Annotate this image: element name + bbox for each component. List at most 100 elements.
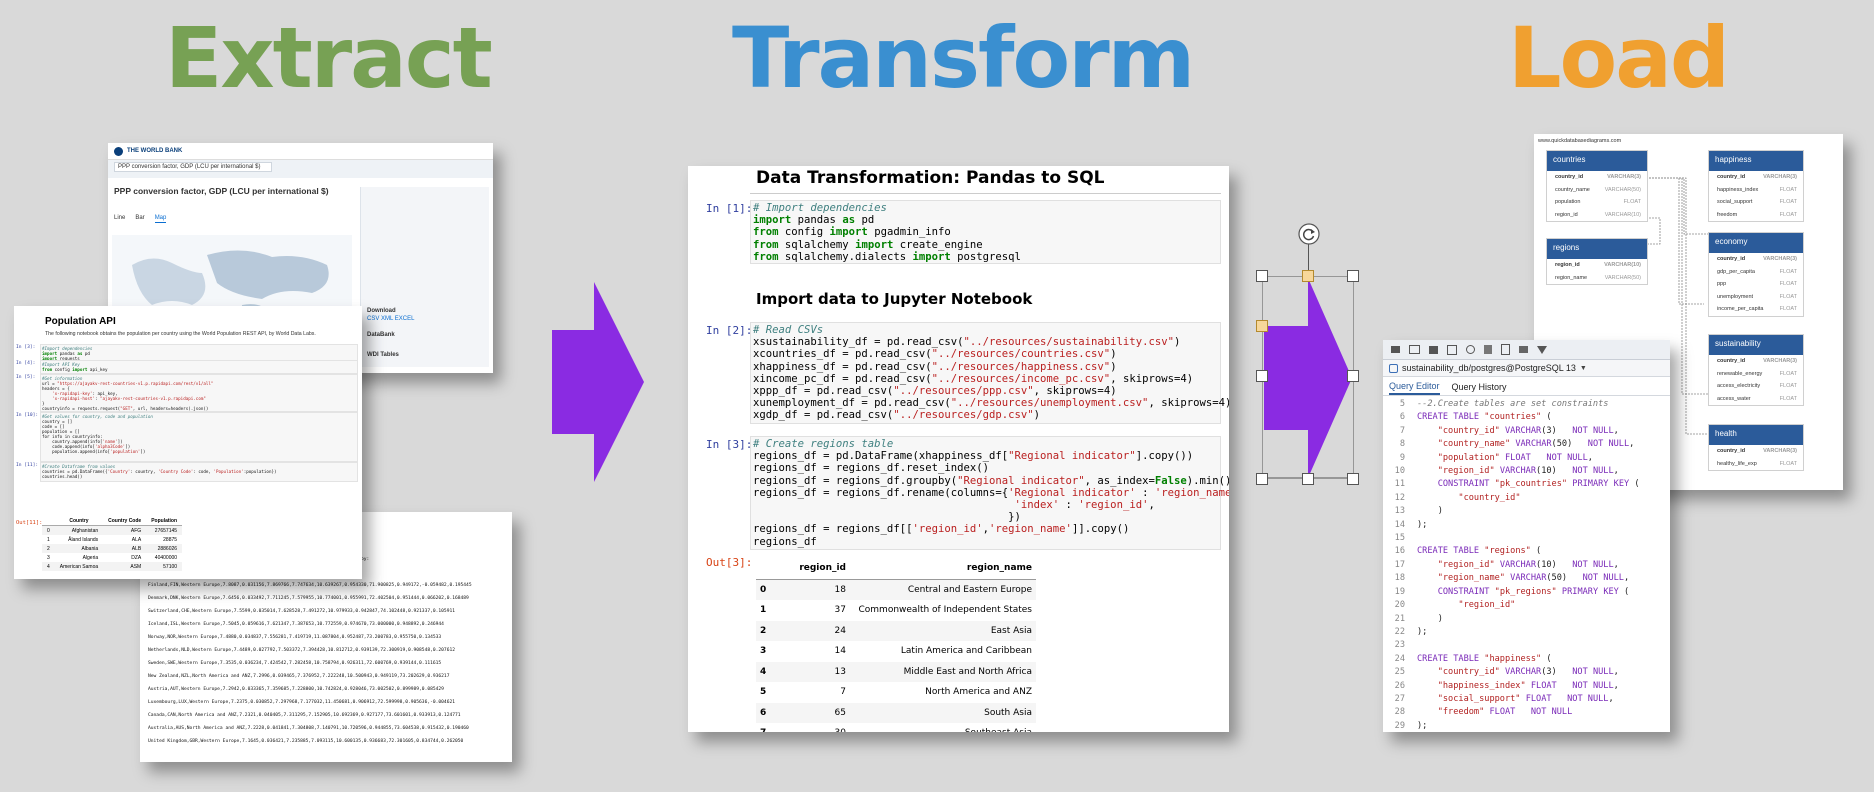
table-row: 3 14 Latin America and Caribbean	[756, 641, 1036, 662]
databank-link[interactable]: DataBank	[367, 331, 414, 339]
table-cell: AFG	[130, 527, 142, 534]
filter-icon[interactable]	[1537, 345, 1547, 354]
sql-line: 10 "region_id" VARCHAR(10) NOT NULL,	[1394, 466, 1619, 477]
table-cell: 2	[47, 545, 50, 552]
save-icon[interactable]	[1429, 345, 1438, 354]
tab-query-editor[interactable]: Query Editor	[1389, 381, 1440, 395]
population-cell-code[interactable]: #Import API Key from config import api_k…	[40, 360, 358, 374]
table-cell: 65	[784, 702, 850, 723]
paste-icon[interactable]	[1484, 345, 1492, 354]
erd-entity-health[interactable]: health country_id VARCHAR(3) healthy_life_e…	[1708, 424, 1804, 471]
population-cell-code[interactable]: #Get values for country, code and popula…	[40, 412, 358, 462]
tab-line[interactable]: Line	[114, 214, 125, 223]
tab-map[interactable]: Map	[154, 214, 167, 223]
table-row: 5 7 North America and ANZ	[756, 682, 1036, 703]
delete-icon[interactable]	[1501, 344, 1510, 355]
transform-to-load-arrow-selection[interactable]	[1262, 276, 1354, 480]
cell-1-code[interactable]: # Import dependencies import pandas as p…	[750, 200, 1221, 264]
regions-col-header: region_name	[850, 558, 1036, 580]
population-api-notebook: Population API The following notebook ob…	[14, 306, 362, 579]
erd-entity-sustainability[interactable]: sustainability country_id VARCHAR(3) renewa…	[1708, 334, 1804, 406]
resize-handle-se[interactable]	[1347, 473, 1359, 485]
population-cell-code[interactable]: #Import dependencies import pandas as pd…	[40, 344, 358, 361]
sql-line: 22);	[1394, 626, 1428, 637]
erd-entity-economy[interactable]: economy country_id VARCHAR(3) gdp_per_capit…	[1708, 232, 1804, 317]
erd-column: income_per_capita FLOAT	[1717, 306, 1797, 312]
erd-column: country_id VARCHAR(3)	[1555, 174, 1641, 180]
world-bank-search[interactable]: PPP conversion factor, GDP (LCU per inte…	[114, 162, 272, 172]
population-api-description: The following notebook obtains the popul…	[45, 331, 316, 337]
sql-line: 25 "country_id" VARCHAR(3) NOT NULL,	[1394, 667, 1619, 678]
table-cell: 1	[47, 536, 50, 543]
table-cell: 4	[47, 563, 50, 570]
erd-column: region_name VARCHAR(50)	[1555, 274, 1641, 281]
table-cell: 14	[834, 646, 846, 657]
erd-entity-header: regions	[1547, 239, 1647, 259]
tab-query-history[interactable]: Query History	[1452, 382, 1507, 395]
erd-entity-happiness[interactable]: happiness country_id VARCHAR(3) happiness_i…	[1708, 150, 1804, 222]
resize-handle-ne[interactable]	[1347, 270, 1359, 282]
table-row: 1 Åland Islands ALA 28875	[42, 535, 183, 544]
cell-3-code[interactable]: # Create regions table regions_df = pd.D…	[750, 436, 1229, 550]
download-link[interactable]: Download	[367, 307, 414, 315]
sql-line: 23	[1394, 640, 1405, 651]
sql-line: 5 --2.Create tables are set constraints	[1399, 399, 1609, 409]
transform-title: Transform	[732, 9, 1195, 107]
resize-handle-w[interactable]	[1256, 370, 1268, 382]
table-cell: South Asia	[850, 702, 1036, 723]
csv-line: Iceland,ISL,Western Europe,7.5045,0.0596…	[148, 621, 444, 627]
open-file-icon[interactable]	[1391, 346, 1400, 353]
resize-handle-sw[interactable]	[1256, 473, 1268, 485]
world-bank-logo-icon	[114, 146, 123, 156]
sql-line: 29);	[1394, 720, 1428, 731]
resize-handle-nw[interactable]	[1256, 270, 1268, 282]
cell-3-out-prompt: Out[3]:	[706, 556, 753, 569]
csv-line: New Zealand,NZL,North America and ANZ,7.…	[148, 673, 450, 679]
copy-icon[interactable]	[1447, 344, 1457, 355]
table-row: 730Southeast Asia	[756, 723, 1036, 732]
cell-3-prompt: In [3]:	[706, 438, 753, 451]
sql-line: 26 "happiness_index" FLOAT NOT NULL,	[1394, 680, 1619, 691]
population-cell-code[interactable]: #Get information url = "https://ajayakv-…	[40, 374, 358, 412]
sql-line: 14);	[1394, 519, 1428, 530]
erd-column: region_id VARCHAR(10)	[1555, 262, 1641, 268]
erd-entity-countries[interactable]: countries country_id VARCHAR(3) country_nam…	[1546, 150, 1648, 222]
table-cell: Algeria	[82, 554, 99, 561]
population-cell-code[interactable]: #Create Dataframe from values countries …	[40, 462, 358, 482]
table-cell: 40400000	[154, 554, 178, 561]
table-cell: 28875	[163, 536, 178, 543]
resize-handle-n[interactable]	[1302, 270, 1314, 282]
extract-title: Extract	[165, 9, 493, 107]
sql-line: 28 "freedom" FLOAT NOT NULL	[1394, 707, 1573, 718]
wdi-tables-link[interactable]: WDI Tables	[367, 351, 414, 359]
adjust-handle[interactable]	[1256, 320, 1268, 332]
rotate-handle-icon[interactable]	[1297, 222, 1321, 246]
tab-bar[interactable]: Bar	[135, 214, 144, 223]
table-cell: 27657145	[154, 527, 178, 534]
connection-bar[interactable]: sustainability_db/postgres@PostgreSQL 13…	[1383, 360, 1670, 377]
erd-column: country_name VARCHAR(50)	[1555, 186, 1641, 193]
regions-col-header	[756, 558, 784, 580]
sql-line: 13 )	[1394, 506, 1443, 517]
resize-handle-s[interactable]	[1302, 473, 1314, 485]
notebook-section-heading: Import data to Jupyter Notebook	[756, 290, 1033, 308]
chevron-down-icon[interactable]: ▼	[1580, 365, 1587, 372]
edit-icon[interactable]	[1519, 346, 1528, 353]
erd-column: country_id VARCHAR(3)	[1717, 358, 1797, 364]
sql-editor[interactable]: 5 --2.Create tables are set constraints 6 C…	[1383, 396, 1670, 732]
folder-icon[interactable]	[1409, 345, 1420, 354]
csv-line: United Kingdom,GBR,Western Europe,7.1645…	[148, 738, 464, 744]
download-formats[interactable]: CSV XML EXCEL	[367, 315, 414, 323]
cell-2-code[interactable]: # Read CSVs xsustainability_df = pd.read…	[750, 322, 1229, 424]
sql-line: 7 "country_id" VARCHAR(3) NOT NULL,	[1399, 425, 1619, 436]
erd-entity-regions[interactable]: regions region_id VARCHAR(10) region_name VA…	[1546, 238, 1648, 285]
search-icon[interactable]	[1466, 345, 1475, 354]
erd-column: gdp_per_capita FLOAT	[1717, 268, 1797, 275]
erd-entity-header: sustainability	[1709, 335, 1803, 355]
csv-line: Denmark,DNK,Western Europe,7.6456,0.0334…	[148, 595, 469, 601]
sql-line: 18 "region_name" VARCHAR(50) NOT NULL,	[1394, 573, 1630, 584]
jupyter-notebook-screenshot: Data Transformation: Pandas to SQL In [1…	[688, 166, 1229, 732]
resize-handle-e[interactable]	[1347, 370, 1359, 382]
table-cell: 3	[760, 646, 767, 657]
table-cell: North America and ANZ	[925, 687, 1032, 698]
